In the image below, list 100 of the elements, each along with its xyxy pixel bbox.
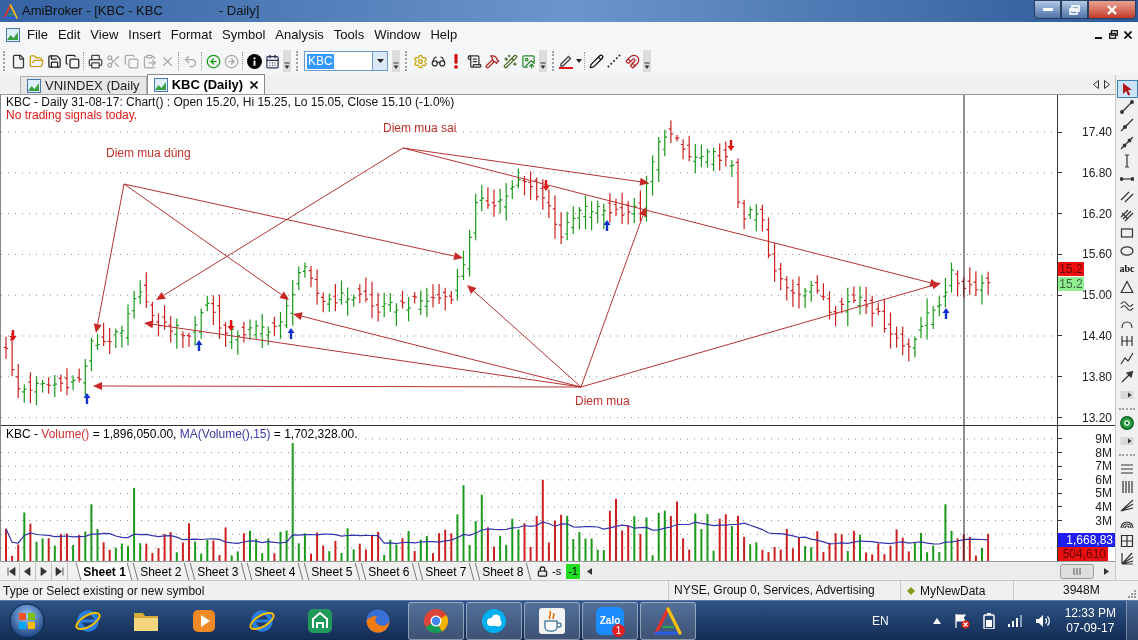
scroll-right-icon[interactable] <box>1104 80 1110 89</box>
axis-label: 15.60 <box>1081 247 1113 262</box>
battery-icon[interactable] <box>982 612 995 629</box>
menu-item[interactable]: Format <box>165 24 217 45</box>
toolbar-overflow-icon[interactable] <box>539 50 547 72</box>
printer-icon[interactable] <box>87 53 103 69</box>
close-button[interactable] <box>1088 0 1136 19</box>
counter-badge[interactable]: -1 <box>566 563 580 579</box>
scroll-icon[interactable] <box>466 53 482 69</box>
hammer-icon[interactable] <box>484 53 500 69</box>
wave-icon <box>1120 298 1134 312</box>
flag-icon[interactable] <box>953 612 970 629</box>
scroll-left-icon[interactable] <box>1093 80 1099 89</box>
sheet-tab[interactable]: Sheet 1 <box>75 562 133 580</box>
new-file-icon[interactable] <box>10 53 26 69</box>
speaker-icon[interactable] <box>1034 613 1051 628</box>
next-page-icon[interactable] <box>39 566 48 576</box>
start-orb-icon[interactable] <box>9 602 45 639</box>
picture-arrow-icon[interactable] <box>520 53 536 69</box>
pencil-icon[interactable] <box>588 53 604 69</box>
taskbar-button[interactable] <box>466 601 522 640</box>
menu-item[interactable]: Insert <box>123 24 166 45</box>
grid-icon <box>1120 534 1134 548</box>
fan-lines-icon <box>1120 552 1134 566</box>
clock-time[interactable]: 12:33 PM <box>1064 605 1116 621</box>
axis-label: 14.40 <box>1081 329 1113 343</box>
diagonal-arrow-icon <box>1120 370 1134 384</box>
menu-item[interactable]: View <box>85 24 124 45</box>
down-arrow-icon <box>727 140 735 151</box>
restore-button[interactable] <box>1061 0 1088 19</box>
menu-item[interactable]: File <box>22 24 53 45</box>
previous-page-icon[interactable] <box>23 566 32 576</box>
close-icon[interactable] <box>250 80 259 89</box>
sheet-tab[interactable]: Sheet 8 <box>474 562 532 580</box>
sheet-tab[interactable]: Sheet 5 <box>303 562 361 580</box>
dotted-line-icon[interactable] <box>607 54 621 68</box>
fan-lines-icon <box>1120 498 1134 512</box>
sheet-label[interactable]: -s <box>552 562 562 580</box>
language-indicator[interactable]: EN <box>871 611 889 630</box>
minimize-button[interactable] <box>1034 0 1061 19</box>
toolbar-overflow-icon[interactable] <box>643 50 651 72</box>
pitchfork-icon <box>1120 208 1134 222</box>
menu-item[interactable]: Help <box>425 24 463 45</box>
sheet-tab[interactable]: Sheet 4 <box>246 562 304 580</box>
axis-label: 16.80 <box>1081 165 1113 180</box>
scroll-right-icon[interactable] <box>1104 567 1109 575</box>
sheet-tab[interactable]: Sheet 6 <box>360 562 418 580</box>
toolbar-overflow-icon[interactable] <box>392 50 400 72</box>
axis-label: 9M <box>1095 433 1113 445</box>
chart-tab[interactable]: VNINDEX (Daily <box>20 76 147 94</box>
first-page-icon[interactable] <box>7 566 16 576</box>
bracket-icon <box>1120 334 1134 348</box>
exclamation-icon[interactable] <box>453 53 459 69</box>
menu-item[interactable]: Edit <box>52 24 86 45</box>
vertical-lines-icon <box>1120 480 1134 494</box>
restore-icon[interactable] <box>1109 30 1118 39</box>
scroll-thumb[interactable] <box>1060 563 1094 579</box>
taskbar-button[interactable]: Zalo 1 <box>582 601 638 640</box>
magnet-icon[interactable] <box>624 53 640 69</box>
drawing-tool-button[interactable]: abc <box>1116 260 1138 278</box>
resize-grip-icon[interactable] <box>1126 588 1136 598</box>
drawing-tool-button[interactable] <box>1116 80 1138 98</box>
menu-item[interactable]: Analysis <box>270 24 329 45</box>
signal-bars-icon[interactable] <box>1007 614 1022 627</box>
stacked-pages-icon[interactable] <box>64 53 80 69</box>
show-desktop-button[interactable] <box>1126 601 1138 640</box>
toolbar-overflow-icon[interactable] <box>283 50 291 72</box>
chart-tab[interactable]: KBC (Daily) <box>146 74 266 94</box>
axis-label: 8M <box>1095 446 1113 459</box>
sheet-tab[interactable]: Sheet 2 <box>132 562 190 580</box>
calendar-icon[interactable] <box>264 53 280 69</box>
menu-item[interactable]: Tools <box>328 24 370 45</box>
last-page-icon[interactable] <box>55 566 64 576</box>
close-icon <box>1107 4 1117 15</box>
save-icon[interactable] <box>46 53 62 69</box>
lock-icon[interactable] <box>537 565 548 577</box>
chart-document-icon[interactable] <box>6 27 20 42</box>
scroll-left-icon[interactable] <box>586 567 592 575</box>
axis-label: 3M <box>1095 514 1113 527</box>
notification-badge: 1 <box>612 623 625 637</box>
cursor-arrow-icon <box>1120 82 1134 96</box>
caret-icon[interactable] <box>576 59 582 63</box>
clock-date[interactable]: 07-09-17 <box>1066 620 1115 636</box>
close-icon[interactable] <box>1124 30 1132 39</box>
triangle-logo-icon[interactable] <box>3 3 18 19</box>
menu-item[interactable]: Symbol <box>217 24 271 45</box>
up-triangle-icon[interactable] <box>932 617 941 624</box>
info-icon[interactable] <box>246 53 262 69</box>
ellipse-icon <box>1120 244 1134 258</box>
up-arrow-icon <box>195 340 203 351</box>
rectangle-icon <box>1120 226 1134 240</box>
volume-legend: KBC - Volume() = 1,896,050.00, MA(Volume(),15) = 1,702,328.00. <box>1 426 358 441</box>
magic-wand-icon[interactable] <box>502 53 518 69</box>
chart-header: KBC - Daily 31-08-17: Chart() : Open 15.20, Hi 15.25, Lo 15.05, Close 15.10 (-1.0%) <box>6 96 455 109</box>
menu-item[interactable]: Window <box>369 24 426 45</box>
caret-icon[interactable] <box>376 59 384 63</box>
sheet-tab[interactable]: Sheet 3 <box>189 562 247 580</box>
sheet-tab[interactable]: Sheet 7 <box>417 562 475 580</box>
pen-underline-icon[interactable] <box>558 53 574 69</box>
taskbar-button[interactable] <box>524 601 580 640</box>
